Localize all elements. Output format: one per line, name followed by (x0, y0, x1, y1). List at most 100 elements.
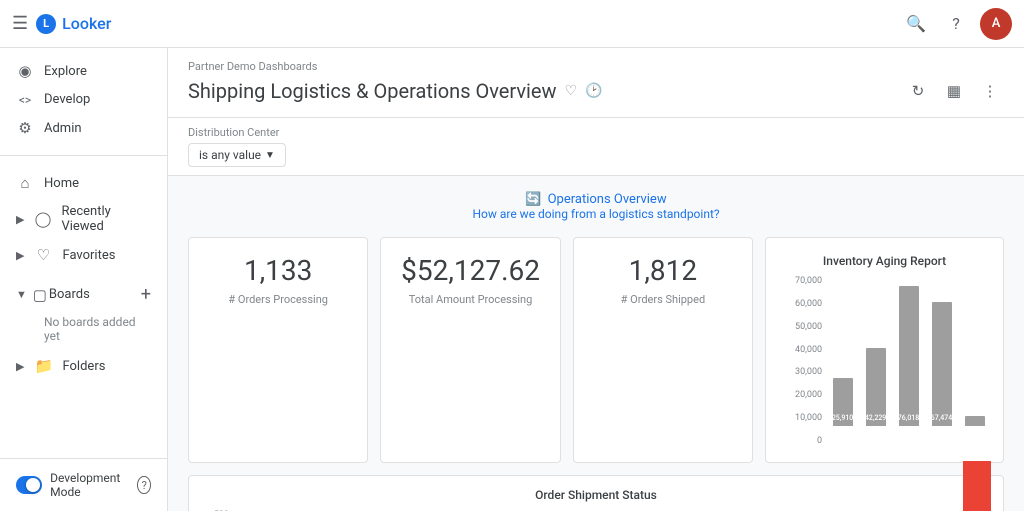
kpi-label-total-amount: Total Amount Processing (397, 293, 543, 306)
sidebar-item-admin[interactable]: ⚙ Admin (0, 113, 159, 143)
main-header: Partner Demo Dashboards Shipping Logisti… (168, 48, 1024, 118)
bar-red-24 (963, 461, 991, 511)
section-title-row: 🔄 Operations Overview (188, 192, 1004, 207)
dashboard-title: Shipping Logistics & Operations Overview (188, 79, 557, 103)
admin-icon: ⚙ (16, 119, 34, 137)
add-board-button[interactable]: + (141, 284, 151, 305)
help-button[interactable]: ? (940, 8, 972, 40)
schedule-icon[interactable]: 🕑 (585, 83, 602, 99)
more-button[interactable]: ⋮ (976, 77, 1004, 105)
kpi-total-amount: $52,127.62 Total Amount Processing (380, 237, 560, 463)
sidebar-top-section: ◉ Explore <> Develop ⚙ Admin (0, 48, 167, 151)
topbar: ☰ L Looker 🔍 ? A (0, 0, 1024, 48)
sidebar-label-home: Home (44, 176, 79, 191)
kpi-value-orders-processing: 1,133 (205, 254, 351, 287)
search-button[interactable]: 🔍 (900, 8, 932, 40)
inventory-chart-title: Inventory Aging Report (782, 254, 987, 268)
inv-bar-2: 76,018 (899, 286, 919, 426)
explore-icon: ◉ (16, 62, 34, 80)
kpi-value-orders-shipped: 1,812 (590, 254, 736, 287)
arrow-icon: ▶ (16, 213, 24, 226)
inv-bar-group-4 (962, 286, 987, 426)
logo-text: Looker (62, 14, 111, 33)
boards-label: Boards (49, 287, 141, 302)
sidebar-label-explore: Explore (44, 64, 87, 79)
recently-viewed-icon: ◯ (34, 210, 51, 228)
kpi-label-orders-processing: # Orders Processing (205, 293, 351, 306)
main-content: Partner Demo Dashboards Shipping Logisti… (168, 48, 1024, 511)
sidebar-item-favorites[interactable]: ▶ ♡ Favorites (0, 240, 167, 270)
logo-icon: L (36, 14, 56, 34)
logo: L Looker (36, 14, 111, 34)
inv-bar-label-3: 67,474 (931, 414, 952, 422)
toggle-knob (26, 478, 40, 492)
sidebar-item-develop[interactable]: <> Develop (0, 86, 159, 113)
section-header: 🔄 Operations Overview How are we doing f… (188, 192, 1004, 221)
inv-bar-label-2: 76,018 (898, 414, 919, 422)
inv-bar-3: 67,474 (932, 302, 952, 426)
filter-label: Distribution Center (188, 126, 1004, 139)
boards-icon: ▢ (31, 286, 49, 304)
topbar-icons: 🔍 ? A (900, 8, 1012, 40)
sidebar-label-folders: Folders (62, 359, 105, 374)
header-actions: ↻ ▦ ⋮ (904, 77, 1004, 105)
order-bar-group-24 (963, 461, 991, 511)
favorite-icon[interactable]: ♡ (565, 83, 578, 99)
boards-arrow-icon: ▼ (16, 288, 27, 301)
sidebar-label-admin: Admin (44, 121, 82, 136)
sidebar-item-folders[interactable]: ▶ 📁 Folders (0, 351, 167, 381)
kpi-value-total-amount: $52,127.62 (397, 254, 543, 287)
inv-bar-label-0: 25,910 (832, 414, 853, 422)
section-icon: 🔄 (525, 192, 541, 207)
section-subtitle: How are we doing from a logistics standp… (188, 207, 1004, 221)
section-title: Operations Overview (548, 192, 667, 207)
user-avatar[interactable]: A (980, 8, 1012, 40)
sidebar-boards-header[interactable]: ▼ ▢ Boards + (0, 278, 167, 311)
inv-bar-group-1: 42,229 (863, 286, 888, 426)
sidebar-label-recently-viewed: Recently Viewed (61, 204, 151, 234)
inv-bar-1: 42,229 (866, 348, 886, 426)
boards-empty-text: No boards added yet (0, 311, 167, 347)
kpi-row: 1,133 # Orders Processing $52,127.62 Tot… (188, 237, 1004, 463)
order-shipment-chart-card: Order Shipment Status 500 400 300 200 10… (188, 475, 1004, 511)
title-row: Shipping Logistics & Operations Overview… (188, 77, 1004, 105)
filter-select[interactable]: is any value ▼ (188, 143, 286, 167)
menu-icon[interactable]: ☰ (12, 13, 28, 34)
kpi-orders-shipped: 1,812 # Orders Shipped (573, 237, 753, 463)
chart-row: Order Shipment Status 500 400 300 200 10… (188, 475, 1004, 511)
dev-mode-toggle[interactable] (16, 476, 42, 494)
inventory-chart: 70,00060,00050,00040,00030,00020,00010,0… (782, 276, 987, 446)
sidebar-item-recently-viewed[interactable]: ▶ ◯ Recently Viewed (0, 198, 167, 240)
sidebar-item-home[interactable]: ⌂ Home (0, 168, 159, 198)
help-icon[interactable]: ? (137, 476, 151, 494)
dev-mode-row: Development Mode ? (16, 471, 151, 499)
order-chart-title: Order Shipment Status (201, 488, 991, 502)
inv-bar-group-2: 76,018 (896, 286, 921, 426)
kpi-orders-processing: 1,133 # Orders Processing (188, 237, 368, 463)
inv-bar-4 (965, 416, 985, 426)
kpi-label-orders-shipped: # Orders Shipped (590, 293, 736, 306)
dashboard-body: 🔄 Operations Overview How are we doing f… (168, 176, 1024, 511)
inv-bar-group-3: 67,474 (929, 286, 954, 426)
dev-mode-label: Development Mode (50, 471, 125, 499)
favorites-icon: ♡ (34, 246, 52, 264)
sidebar-bottom: Development Mode ? (0, 458, 167, 511)
fav-arrow-icon: ▶ (16, 249, 24, 262)
sidebar-nav-section: ⌂ Home ▶ ◯ Recently Viewed ▶ ♡ Favorites (0, 160, 167, 278)
folders-arrow-icon: ▶ (16, 360, 24, 373)
filter-row: Distribution Center is any value ▼ (168, 118, 1024, 176)
inv-bar-group-0: 25,910 (830, 286, 855, 426)
filter-value: is any value (199, 148, 261, 162)
home-icon: ⌂ (16, 174, 34, 192)
sidebar-label-favorites: Favorites (62, 248, 115, 263)
inv-bar-label-1: 42,229 (865, 414, 886, 422)
filter-button[interactable]: ▦ (940, 77, 968, 105)
folders-icon: 📁 (34, 357, 52, 375)
inventory-chart-card: Inventory Aging Report 70,00060,00050,00… (765, 237, 1004, 463)
layout: ◉ Explore <> Develop ⚙ Admin ⌂ Home ▶ ◯ … (0, 48, 1024, 511)
sidebar: ◉ Explore <> Develop ⚙ Admin ⌂ Home ▶ ◯ … (0, 48, 168, 511)
sidebar-label-develop: Develop (44, 92, 90, 107)
sidebar-item-explore[interactable]: ◉ Explore (0, 56, 159, 86)
refresh-button[interactable]: ↻ (904, 77, 932, 105)
develop-icon: <> (16, 93, 34, 107)
